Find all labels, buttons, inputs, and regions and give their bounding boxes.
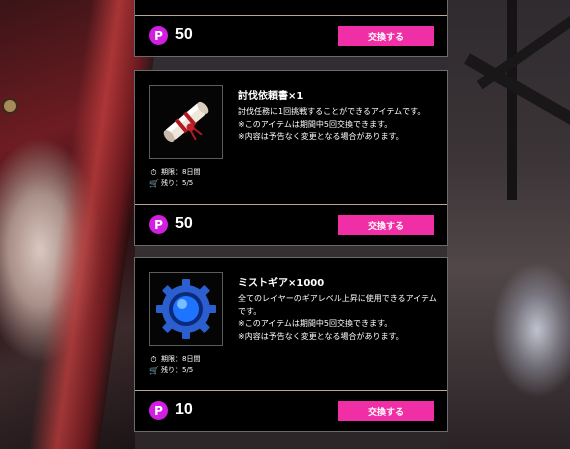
item-meta: ⏱ 期限：8日間 🛒 残り：5/5: [149, 167, 200, 189]
character-artwork-left: [0, 0, 163, 449]
exchange-card: P 50 交換する: [134, 0, 448, 57]
exchange-card: ⏱ 期限：8日間 🛒 残り：5/5 ミストギア×1000 全てのレイヤーのギアレベル…: [134, 257, 448, 432]
point-cost: 50: [175, 215, 193, 232]
item-description: 全てのレイヤーのギアレベル上昇に使用できるアイテムです。 ※このアイテムは期間中…: [238, 294, 437, 341]
clock-icon: ⏱: [150, 355, 157, 364]
item-meta: ⏱ 期限：8日間 🛒 残り：5/5: [149, 354, 200, 376]
item-title: 討伐依頼書×1: [238, 91, 304, 102]
exchange-button[interactable]: 交換する: [338, 215, 434, 235]
item-title: ミストギア×1000: [238, 278, 325, 289]
exchange-button[interactable]: 交換する: [338, 26, 434, 46]
cart-icon: 🛒: [149, 179, 159, 188]
cart-icon: 🛒: [149, 366, 159, 375]
point-cost: 10: [175, 401, 193, 418]
stock-text: 残り：5/5: [161, 366, 194, 374]
stock-text: 残り：5/5: [161, 179, 194, 187]
point-coin-icon: P: [149, 215, 168, 234]
exchange-list: P 50 交換する ⏱ 期限：8日間 🛒 残り：5/5 討伐依頼書×1 討伐任務…: [134, 0, 448, 449]
exchange-button[interactable]: 交換する: [338, 401, 434, 421]
card-footer: P 50 交換する: [135, 204, 447, 245]
scroll-item-icon: [149, 85, 223, 159]
period-text: 期限：8日間: [161, 355, 201, 363]
character-artwork-right: [447, 0, 570, 449]
item-description: 討伐任務に1回挑戦することができるアイテムです。 ※このアイテムは期間中5回交換…: [238, 107, 426, 141]
card-footer: P 50 交換する: [135, 15, 447, 56]
card-footer: P 10 交換する: [135, 390, 447, 431]
exchange-card: ⏱ 期限：8日間 🛒 残り：5/5 討伐依頼書×1 討伐任務に1回挑戦することができ…: [134, 70, 448, 246]
point-coin-icon: P: [149, 26, 168, 45]
period-text: 期限：8日間: [161, 168, 201, 176]
point-cost: 50: [175, 26, 193, 43]
point-coin-icon: P: [149, 401, 168, 420]
mist-gear-icon: [149, 272, 223, 346]
clock-icon: ⏱: [150, 168, 157, 177]
